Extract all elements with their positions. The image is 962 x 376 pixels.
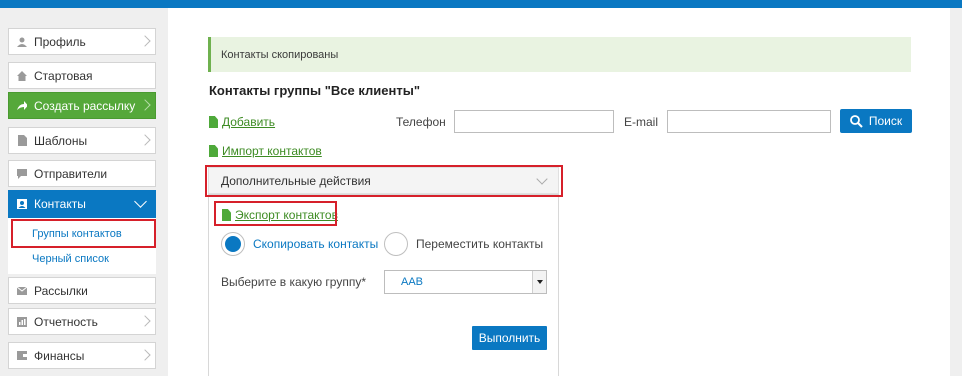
report-icon — [17, 316, 27, 327]
highlight-box — [11, 219, 156, 248]
sidebar-item-reports[interactable]: Отчетность — [8, 308, 156, 335]
chat-icon — [17, 168, 27, 179]
alert-text: Контакты скопированы — [221, 48, 339, 61]
move-contacts-radio[interactable] — [384, 232, 408, 256]
envelope-icon — [17, 286, 27, 296]
sidebar-item-label: Рассылки — [34, 283, 88, 298]
search-button[interactable]: Поиск — [840, 109, 912, 133]
email-input[interactable] — [667, 110, 831, 133]
sidebar-item-label: Профиль — [34, 34, 86, 49]
document-icon — [209, 116, 218, 128]
chevron-right-icon — [139, 134, 151, 146]
sidebar-item-create-mailing[interactable]: Создать рассылку — [8, 92, 156, 119]
page-title: Контакты группы "Все клиенты" — [209, 83, 420, 98]
highlight-box — [205, 165, 563, 197]
sidebar-item-label: Финансы — [34, 348, 85, 363]
run-button[interactable]: Выполнить — [472, 326, 547, 350]
email-label: E-mail — [624, 115, 659, 129]
phone-label: Телефон — [396, 115, 446, 129]
group-select-label: Выберите в какую группу* — [221, 275, 366, 289]
group-select-value: AAB — [401, 276, 424, 288]
select-arrow-icon — [532, 271, 546, 293]
chevron-down-icon — [134, 195, 147, 208]
sidebar-item-label: Отправители — [34, 166, 108, 181]
document-icon — [209, 145, 218, 157]
sidebar-item-label: Контакты — [34, 197, 86, 211]
chevron-right-icon — [139, 349, 151, 361]
search-button-label: Поиск — [868, 114, 903, 128]
chevron-right-icon — [139, 35, 151, 47]
sidebar-subitem-blacklist[interactable]: Черный список — [32, 253, 109, 265]
user-icon — [17, 37, 27, 47]
sidebar-item-templates[interactable]: Шаблоны — [8, 127, 156, 154]
sidebar-item-profile[interactable]: Профиль — [8, 28, 156, 55]
import-contacts-link[interactable]: Импорт контактов — [222, 144, 322, 158]
share-arrow-icon — [17, 100, 27, 111]
sidebar-item-senders[interactable]: Отправители — [8, 160, 156, 187]
add-contact-link[interactable]: Добавить — [222, 115, 275, 129]
sidebar-item-start[interactable]: Стартовая — [8, 62, 156, 89]
sidebar-item-label: Отчетность — [34, 314, 98, 329]
copy-contacts-radio[interactable] — [221, 232, 245, 256]
chevron-right-icon — [139, 99, 151, 111]
chevron-right-icon — [139, 315, 151, 327]
sidebar-item-finance[interactable]: Финансы — [8, 342, 156, 369]
top-bar — [0, 0, 962, 8]
move-contacts-label[interactable]: Переместить контакты — [416, 237, 543, 251]
sidebar-item-label: Шаблоны — [34, 133, 88, 148]
home-icon — [17, 70, 27, 81]
copy-contacts-label[interactable]: Скопировать контакты — [253, 237, 378, 251]
contacts-icon — [17, 199, 27, 209]
sidebar-item-label: Создать рассылку — [34, 98, 136, 113]
group-select[interactable]: AAB — [384, 270, 547, 294]
wallet-icon — [17, 351, 27, 361]
search-icon — [849, 114, 863, 128]
run-button-label: Выполнить — [478, 331, 541, 345]
sidebar-item-mailings[interactable]: Рассылки — [8, 277, 156, 304]
success-alert: Контакты скопированы — [208, 37, 911, 72]
document-icon — [17, 135, 27, 146]
phone-input[interactable] — [454, 110, 614, 133]
highlight-box — [214, 201, 337, 226]
sidebar-item-label: Стартовая — [34, 68, 93, 83]
sidebar-item-contacts[interactable]: Контакты — [8, 190, 156, 218]
